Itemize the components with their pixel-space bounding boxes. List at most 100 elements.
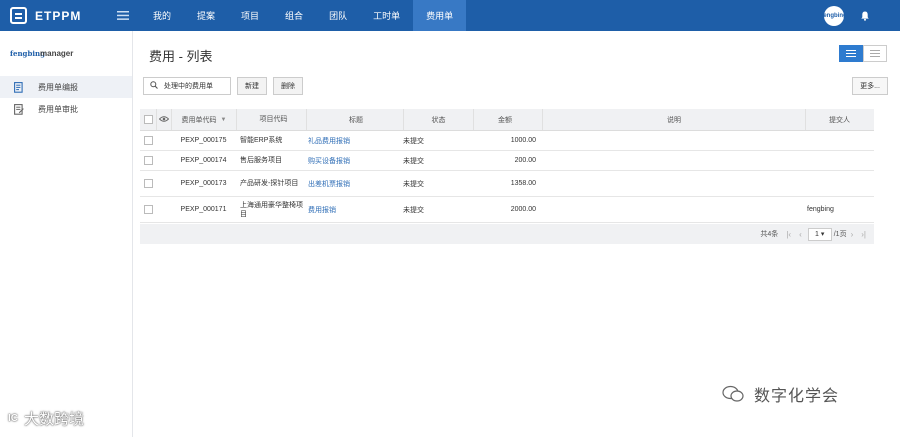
nav-item-portfolio[interactable]: 组合 [272, 0, 316, 31]
top-navigation-bar: ETPPM 我的 提案 项目 组合 团队 工时单 费用单 fengbing [0, 0, 900, 31]
column-visibility-cell [156, 109, 171, 130]
filter-label: 处理中的费用单 [164, 83, 213, 90]
cell-title-link[interactable]: 费用报销 [306, 197, 403, 222]
row-checkbox[interactable] [143, 156, 153, 165]
cell-desc [542, 197, 805, 222]
list-view-icon [846, 50, 856, 57]
column-header-project[interactable]: 项目代码 [236, 109, 306, 130]
column-header-submitter[interactable]: 提交人 [805, 109, 871, 130]
page-total: /1页 [833, 231, 847, 238]
sidebar-user-name: manager [40, 49, 74, 58]
last-page-icon[interactable]: ›| [861, 230, 866, 239]
cell-status: 未提交 [403, 137, 424, 145]
sidebar-item-label: 费用单编报 [38, 82, 78, 92]
detail-view-button[interactable] [863, 45, 887, 62]
row-checkbox[interactable] [143, 179, 153, 188]
toolbar: 处理中的费用单 新建 删除 [143, 77, 303, 95]
page-number-value: 1 [815, 230, 819, 238]
cell-submitter [805, 131, 871, 150]
page-number-select[interactable]: 1 ▾ [807, 227, 832, 241]
cell-desc [542, 151, 805, 170]
cell-submitter [805, 151, 871, 170]
new-button[interactable]: 新建 [237, 77, 267, 95]
cell-project: 产品研发-探针项目 [240, 180, 299, 187]
sidebar-item-expense-edit[interactable]: 费用单编报 [0, 76, 132, 98]
view-switch [839, 45, 887, 62]
eye-icon[interactable] [158, 115, 170, 124]
next-page-icon[interactable]: › [851, 230, 854, 239]
cell-code: PEXP_000173 [180, 180, 227, 187]
watermark-left: IC 大数跨境 [8, 408, 84, 429]
column-header-title[interactable]: 标题 [306, 109, 403, 130]
cell-amount: 200.00 [514, 157, 536, 164]
sort-down-icon: ▼ [220, 116, 227, 123]
column-header-status[interactable]: 状态 [403, 109, 473, 130]
cell-project: 上海通用豪华整椅项目 [240, 201, 303, 218]
table-row[interactable]: PEXP_000174 售后服务项目 购买设备报销 未提交 200.00 [140, 151, 874, 171]
cell-project: 智能ERP系统 [240, 137, 283, 144]
hamburger-menu-icon[interactable] [106, 0, 140, 31]
cell-code: PEXP_000171 [180, 206, 227, 213]
table-row[interactable]: PEXP_000171 上海通用豪华整椅项目 费用报销 未提交 2000.00 … [140, 197, 874, 223]
logo-text: ETPPM [35, 8, 82, 23]
list-view-button[interactable] [839, 45, 863, 62]
nav-item-mine[interactable]: 我的 [140, 0, 184, 31]
expense-table: 费用单代码 ▼ 项目代码 标题 状态 金额 说明 提交人 PEXP_000175 … [140, 109, 874, 223]
nav-item-team[interactable]: 团队 [316, 0, 360, 31]
pagination-bar: 共4条 |‹ ‹ 1 ▾ /1页 › ›| [140, 224, 874, 244]
select-all-cell [140, 109, 156, 130]
app-logo[interactable]: ETPPM [0, 0, 106, 31]
watermark-right: 数字化学会 [722, 382, 839, 406]
first-page-icon[interactable]: |‹ [786, 230, 791, 239]
watermark-text: 大数跨境 [24, 410, 85, 428]
cell-status: 未提交 [403, 206, 424, 214]
column-header-code[interactable]: 费用单代码 ▼ [171, 109, 236, 130]
table-header-row: 费用单代码 ▼ 项目代码 标题 状态 金额 说明 提交人 [140, 109, 874, 131]
filter-search-box[interactable]: 处理中的费用单 [143, 77, 231, 95]
row-checkbox[interactable] [143, 205, 153, 214]
sidebar-item-expense-approve[interactable]: 费用单审批 [0, 98, 132, 120]
nav-item-expense[interactable]: 费用单 [413, 0, 467, 31]
nav-item-proposal[interactable]: 提案 [184, 0, 228, 31]
sidebar-item-label: 费用单审批 [38, 104, 78, 114]
cell-submitter: fengbing [807, 206, 834, 213]
delete-button[interactable]: 删除 [273, 77, 303, 95]
cell-submitter [805, 171, 871, 196]
prev-page-icon[interactable]: ‹ [799, 230, 802, 239]
cell-status: 未提交 [403, 180, 424, 188]
nav-item-timesheet[interactable]: 工时单 [360, 0, 413, 31]
watermark-logo: IC [8, 413, 18, 424]
watermark-text: 数字化学会 [754, 386, 840, 405]
total-count: 共4条 [760, 231, 779, 238]
sidebar-user-avatar: fengbing [10, 49, 45, 58]
table-row[interactable]: PEXP_000173 产品研发-探针项目 出差机票报销 未提交 1358.00 [140, 171, 874, 197]
column-header-desc[interactable]: 说明 [542, 109, 805, 130]
cell-project: 售后服务项目 [240, 157, 282, 164]
sidebar-user: fengbing manager [0, 31, 132, 76]
cell-title-link[interactable]: 购买设备报销 [306, 151, 403, 170]
cell-title-link[interactable]: 礼品费用报销 [306, 131, 403, 150]
cell-title-link[interactable]: 出差机票报销 [306, 171, 403, 196]
nav-item-project[interactable]: 项目 [228, 0, 272, 31]
column-header-amount[interactable]: 金额 [473, 109, 542, 130]
sidebar: fengbing manager 费用单编报 费用单审批 [0, 31, 133, 437]
cell-code: PEXP_000174 [180, 157, 227, 164]
cell-amount: 2000.00 [510, 206, 536, 213]
user-avatar[interactable]: fengbing [821, 5, 847, 26]
cell-desc [542, 171, 805, 196]
detail-view-icon [870, 50, 880, 57]
cell-code: PEXP_000175 [180, 137, 227, 144]
cell-desc [542, 131, 805, 150]
table-row[interactable]: PEXP_000175 智能ERP系统 礼品费用报销 未提交 1000.00 [140, 131, 874, 151]
cell-amount: 1000.00 [510, 137, 536, 144]
cell-amount: 1358.00 [510, 180, 536, 187]
notification-bell-icon[interactable] [858, 0, 872, 31]
row-checkbox[interactable] [143, 136, 153, 145]
more-button[interactable]: 更多... [852, 77, 888, 95]
main-content: 费用 - 列表 处理中的费用单 新建 删除 更多... 费用单代码 ▼ 项目代码 … [133, 31, 900, 437]
search-icon [150, 81, 158, 91]
cell-status: 未提交 [403, 157, 424, 165]
select-all-checkbox[interactable] [143, 115, 153, 124]
logo-icon [10, 7, 27, 24]
edit-doc-icon [13, 81, 24, 93]
